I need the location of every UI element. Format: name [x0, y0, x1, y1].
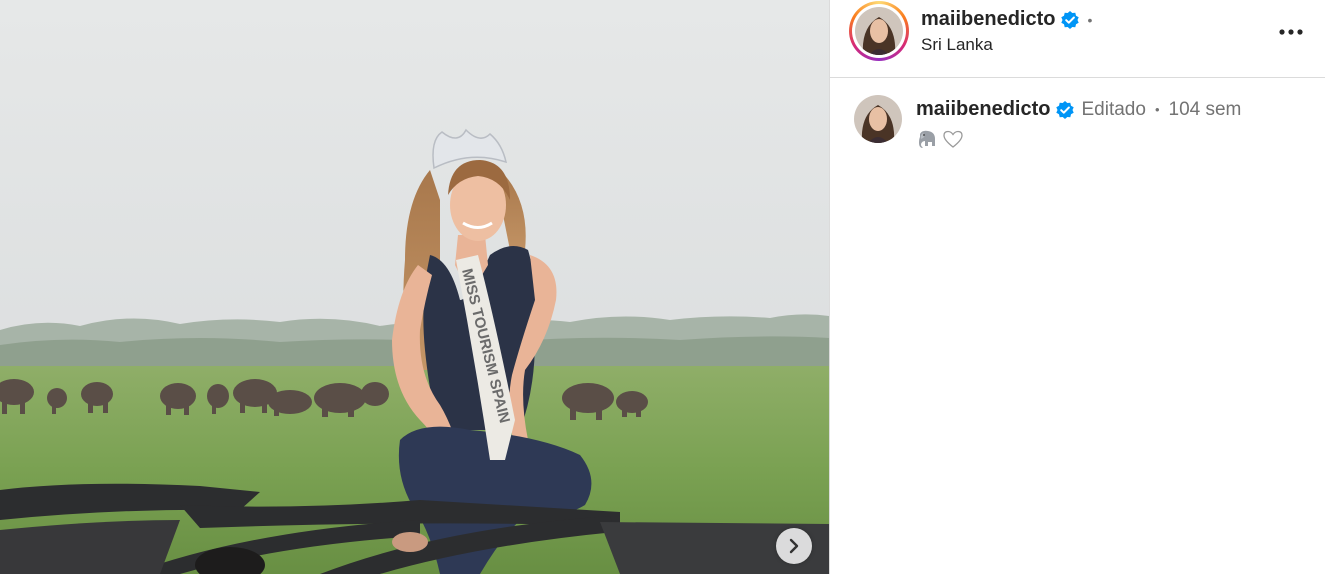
header-dot: •: [1087, 11, 1093, 28]
post-side-panel: maiibenedicto • Sri Lanka maiibenedicto: [829, 0, 1325, 574]
caption-text: [916, 129, 964, 149]
meta-separator: •: [1154, 102, 1160, 117]
more-options-icon: [1279, 29, 1303, 35]
elephant-emoji-icon: [919, 130, 935, 148]
edited-label: Editado: [1081, 98, 1146, 120]
chevron-right-icon: [789, 538, 799, 554]
post-header: maiibenedicto • Sri Lanka: [830, 0, 1325, 78]
location-link[interactable]: Sri Lanka: [921, 35, 993, 55]
post-media[interactable]: MISS TOURISM SPAIN: [0, 0, 829, 574]
caption-username-link[interactable]: maiibenedicto: [916, 98, 1050, 121]
caption-avatar[interactable]: [854, 95, 902, 143]
more-options-button[interactable]: [1277, 20, 1305, 44]
white-heart-emoji-icon: [943, 130, 963, 148]
username-link[interactable]: maiibenedicto: [921, 8, 1055, 31]
caption-meta-row: maiibenedicto Editado • 104 sem: [916, 98, 1241, 121]
post-time-link[interactable]: 104 sem: [1169, 99, 1242, 121]
avatar: [855, 7, 903, 55]
header-user-row: maiibenedicto •: [921, 8, 1092, 31]
next-slide-button[interactable]: [776, 528, 812, 564]
verified-badge-icon: [1056, 100, 1075, 119]
post-photo: MISS TOURISM SPAIN: [0, 0, 829, 574]
story-ring[interactable]: [849, 1, 909, 61]
verified-badge-icon: [1061, 10, 1080, 29]
